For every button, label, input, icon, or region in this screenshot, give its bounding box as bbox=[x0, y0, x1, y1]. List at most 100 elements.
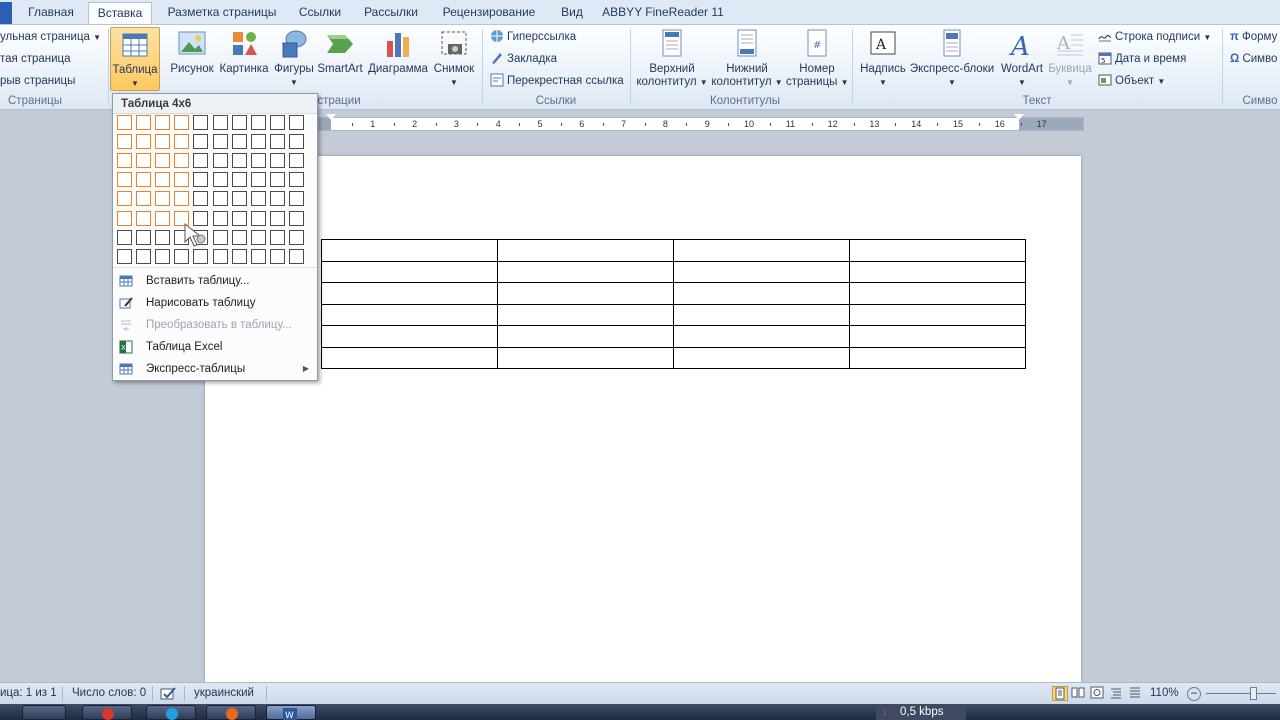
grid-cell[interactable] bbox=[193, 153, 209, 169]
grid-cell[interactable] bbox=[269, 153, 285, 169]
page-count[interactable]: ица: 1 из 1 bbox=[0, 683, 57, 704]
table-cell[interactable] bbox=[849, 303, 1026, 326]
table-cell[interactable] bbox=[849, 346, 1026, 369]
header-button[interactable]: Верхний колонтитул ▼ bbox=[636, 27, 708, 89]
grid-cell[interactable] bbox=[250, 134, 266, 150]
table-cell[interactable] bbox=[321, 325, 498, 348]
grid-cell-selected[interactable] bbox=[136, 134, 152, 150]
zoom-out-button[interactable]: − bbox=[1187, 687, 1201, 701]
grid-cell[interactable] bbox=[193, 115, 209, 130]
grid-cell-selected[interactable] bbox=[174, 153, 190, 169]
grid-cell[interactable] bbox=[212, 115, 228, 130]
grid-cell[interactable] bbox=[288, 248, 304, 264]
grid-cell[interactable] bbox=[269, 172, 285, 188]
grid-cell[interactable] bbox=[250, 248, 266, 264]
grid-cell-selected[interactable] bbox=[174, 115, 190, 130]
grid-cell-selected[interactable] bbox=[155, 153, 171, 169]
grid-cell-selected[interactable] bbox=[174, 172, 190, 188]
grid-cell-selected[interactable] bbox=[117, 153, 132, 169]
chart-button[interactable]: Диаграмма bbox=[366, 27, 430, 76]
document-page[interactable] bbox=[205, 156, 1081, 682]
grid-cell[interactable] bbox=[269, 210, 285, 226]
grid-cell[interactable] bbox=[250, 191, 266, 207]
grid-cell[interactable] bbox=[155, 248, 171, 264]
picture-button[interactable]: Рисунок bbox=[168, 27, 216, 76]
grid-cell[interactable] bbox=[250, 172, 266, 188]
grid-cell-selected[interactable] bbox=[136, 115, 152, 130]
horizontal-ruler[interactable]: 1 2 3 4 5 6 7 8 9 10 11 12 13 14 15 16 17 bbox=[318, 114, 1084, 131]
grid-cell-selected[interactable] bbox=[174, 191, 190, 207]
grid-cell[interactable] bbox=[117, 248, 132, 264]
insert-table-item[interactable]: Вставить таблицу... bbox=[113, 270, 317, 292]
grid-cell-selected[interactable] bbox=[155, 210, 171, 226]
tab-mailings[interactable]: Рассылки bbox=[356, 2, 426, 24]
cross-reference-button[interactable]: Перекрестная ссылка bbox=[490, 71, 624, 91]
page-number-button[interactable]: # Номер страницы ▼ bbox=[786, 27, 849, 89]
grid-cell[interactable] bbox=[231, 229, 247, 245]
grid-cell[interactable] bbox=[231, 210, 247, 226]
right-indent-marker[interactable] bbox=[1014, 114, 1024, 120]
table-cell[interactable] bbox=[321, 282, 498, 305]
quick-parts-button[interactable]: Экспресс-блоки ▼ bbox=[908, 27, 996, 89]
outline-view-button[interactable] bbox=[1109, 686, 1125, 701]
clipart-button[interactable]: Картинка bbox=[218, 27, 270, 76]
proofing-check-icon[interactable] bbox=[160, 686, 178, 701]
table-cell[interactable] bbox=[497, 303, 674, 326]
grid-cell-selected[interactable] bbox=[155, 191, 171, 207]
taskbar-chrome-button[interactable] bbox=[82, 705, 132, 720]
grid-cell-selected[interactable] bbox=[155, 115, 171, 130]
table-cell[interactable] bbox=[497, 260, 674, 283]
zoom-slider-thumb[interactable] bbox=[1250, 687, 1257, 700]
grid-cell[interactable] bbox=[269, 115, 285, 130]
grid-cell-selected[interactable] bbox=[174, 134, 190, 150]
grid-cell[interactable] bbox=[136, 229, 152, 245]
table-cell[interactable] bbox=[497, 325, 674, 348]
grid-cell[interactable] bbox=[288, 191, 304, 207]
grid-cell[interactable] bbox=[117, 229, 132, 245]
table-cell[interactable] bbox=[849, 239, 1026, 262]
symbol-button[interactable]: Ω Симво bbox=[1230, 49, 1277, 69]
page-break-button[interactable]: рыв страницы bbox=[0, 71, 75, 91]
table-cell[interactable] bbox=[673, 239, 850, 262]
table-cell[interactable] bbox=[321, 346, 498, 369]
quick-tables-item[interactable]: Экспресс-таблицы ▶ bbox=[113, 358, 317, 380]
grid-cell[interactable] bbox=[269, 229, 285, 245]
date-time-button[interactable]: 5 Дата и время bbox=[1098, 49, 1186, 69]
signature-line-button[interactable]: Строка подписи ▼ bbox=[1098, 27, 1211, 47]
zoom-level[interactable]: 110% bbox=[1150, 683, 1179, 704]
grid-cell[interactable] bbox=[269, 191, 285, 207]
language-indicator[interactable]: украинский bbox=[194, 683, 254, 704]
table-cell[interactable] bbox=[673, 282, 850, 305]
screenshot-button[interactable]: Снимок ▼ bbox=[432, 27, 476, 89]
grid-cell-selected[interactable] bbox=[155, 134, 171, 150]
grid-cell[interactable] bbox=[288, 115, 304, 130]
table-cell[interactable] bbox=[673, 260, 850, 283]
draft-view-button[interactable] bbox=[1128, 686, 1144, 701]
grid-cell[interactable] bbox=[231, 115, 247, 130]
bookmark-button[interactable]: Закладка bbox=[490, 49, 557, 69]
grid-cell[interactable] bbox=[193, 191, 209, 207]
grid-cell[interactable] bbox=[231, 153, 247, 169]
grid-cell-selected[interactable] bbox=[117, 134, 132, 150]
grid-cell[interactable] bbox=[250, 153, 266, 169]
grid-cell-selected[interactable] bbox=[117, 191, 132, 207]
grid-cell[interactable] bbox=[288, 134, 304, 150]
table-cell[interactable] bbox=[673, 303, 850, 326]
wordart-button[interactable]: A WordArt ▼ bbox=[998, 27, 1046, 89]
grid-cell[interactable] bbox=[250, 210, 266, 226]
grid-cell[interactable] bbox=[250, 229, 266, 245]
grid-cell[interactable] bbox=[212, 153, 228, 169]
grid-cell-selected[interactable] bbox=[155, 172, 171, 188]
grid-cell[interactable] bbox=[212, 191, 228, 207]
grid-cell[interactable] bbox=[212, 172, 228, 188]
footer-button[interactable]: Нижний колонтитул ▼ bbox=[710, 27, 784, 89]
grid-cell-selected[interactable] bbox=[136, 191, 152, 207]
grid-cell-selected[interactable] bbox=[117, 115, 132, 130]
excel-table-item[interactable]: X Таблица Excel bbox=[113, 336, 317, 358]
grid-cell-selected[interactable] bbox=[117, 172, 132, 188]
taskbar-skype-button[interactable] bbox=[146, 705, 196, 720]
table-cell[interactable] bbox=[673, 346, 850, 369]
full-screen-view-button[interactable] bbox=[1071, 686, 1087, 701]
table-cell[interactable] bbox=[321, 260, 498, 283]
print-layout-view-button[interactable] bbox=[1052, 686, 1068, 701]
